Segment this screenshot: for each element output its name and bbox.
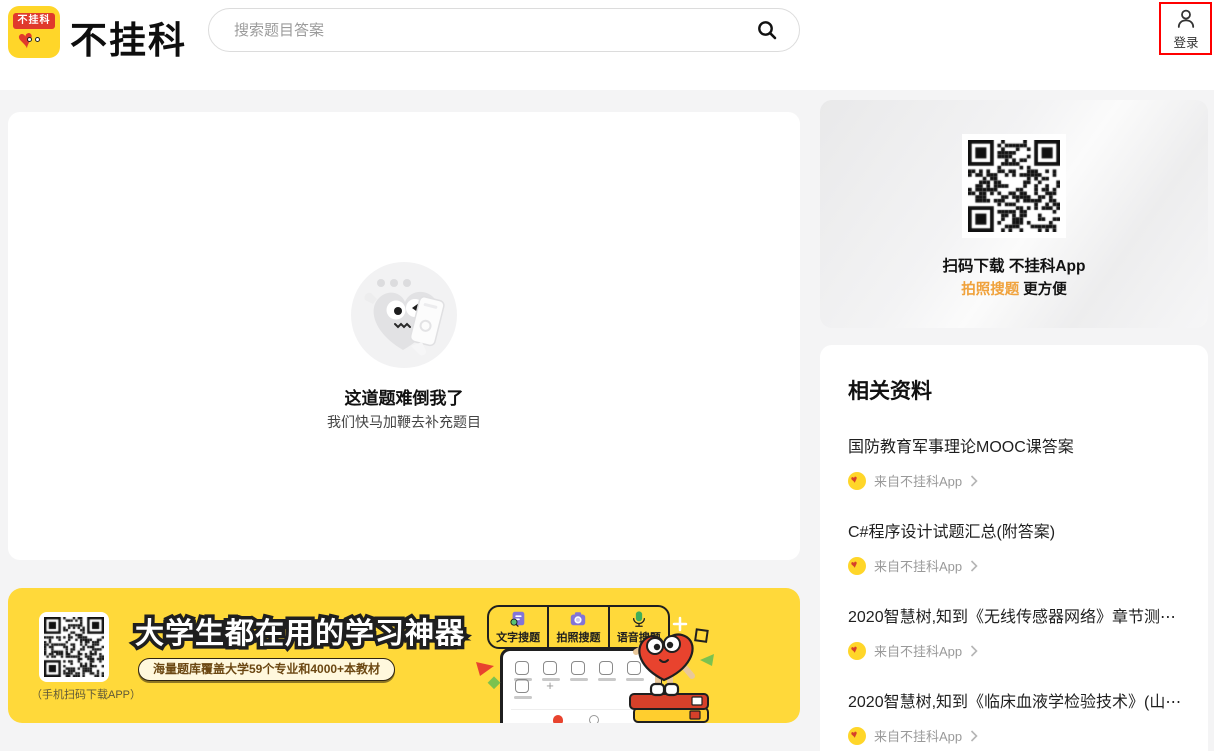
chevron-right-icon (970, 730, 978, 742)
related-item-1[interactable]: 国防教育军事理论MOOC课答案 来自不挂科App (848, 433, 1180, 490)
chevron-right-icon (970, 645, 978, 657)
banner-qr-caption: （手机扫码下载APP） (26, 686, 146, 702)
chevron-right-icon (970, 475, 978, 487)
empty-state-subtitle: 我们快马加鞭去补充题目 (8, 412, 800, 432)
login-label: 登录 (1173, 32, 1198, 51)
empty-state-title: 这道题难倒我了 (8, 384, 800, 409)
related-materials-card: 相关资料 国防教育军事理论MOOC课答案 来自不挂科App C#程序设计试题汇总… (820, 345, 1208, 751)
related-item-3[interactable]: 2020智慧树,知到《无线传感器网络》章节测⋯ 来自不挂科App (848, 603, 1180, 660)
download-highlight: 拍照搜题 (961, 282, 1019, 298)
brand-title: 不挂科 (70, 10, 187, 64)
feature-photo-search: 拍照搜题 (547, 607, 607, 647)
download-text-line2: 拍照搜题 更方便 (820, 278, 1208, 299)
search-input[interactable] (234, 22, 755, 39)
feature-text-search: 文字搜题 (489, 607, 547, 647)
related-title: 相关资料 (848, 375, 1180, 405)
banner-subline-pill: 海量题库覆盖大学59个专业和4000+本教材 (138, 658, 395, 681)
decoration-shapes-right (670, 616, 718, 668)
decoration-shapes-left (474, 656, 504, 690)
download-qr-frame (962, 134, 1066, 238)
download-app-card: 扫码下载 不挂科App 拍照搜题 更方便 (820, 100, 1208, 328)
app-badge-icon (848, 472, 866, 490)
promo-banner[interactable]: （手机扫码下载APP） 大学生都在用的学习神器 大学生都在用的学习神器 海量题库… (8, 588, 800, 723)
search-icon[interactable] (755, 18, 779, 42)
app-badge-icon (848, 727, 866, 745)
chevron-right-icon (970, 560, 978, 572)
logo-eyes (27, 37, 41, 42)
header: 不挂科 ♥ 不挂科 登录 (0, 0, 1214, 90)
download-qr-code (968, 140, 1060, 232)
page: 不挂科 ♥ 不挂科 登录 (0, 0, 1214, 751)
app-logo[interactable]: 不挂科 ♥ (8, 6, 60, 58)
related-item-4[interactable]: 2020智慧树,知到《临床血液学检验技术》(山⋯ 来自不挂科App (848, 688, 1180, 745)
login-button[interactable]: 登录 (1162, 4, 1210, 53)
user-icon (1174, 7, 1198, 31)
app-badge-icon (848, 557, 866, 575)
banner-qr-code (44, 617, 104, 677)
empty-state-illustration (349, 258, 459, 368)
search-bar[interactable] (208, 8, 800, 52)
empty-result-card: 这道题难倒我了 我们快马加鞭去补充题目 (8, 112, 800, 560)
related-item-2[interactable]: C#程序设计试题汇总(附答案) 来自不挂科App (848, 518, 1180, 575)
app-badge-icon (848, 642, 866, 660)
download-text-line1: 扫码下载 不挂科App (820, 254, 1208, 276)
text-search-icon (509, 610, 527, 628)
camera-icon (569, 610, 587, 628)
banner-qr-frame (39, 612, 109, 682)
